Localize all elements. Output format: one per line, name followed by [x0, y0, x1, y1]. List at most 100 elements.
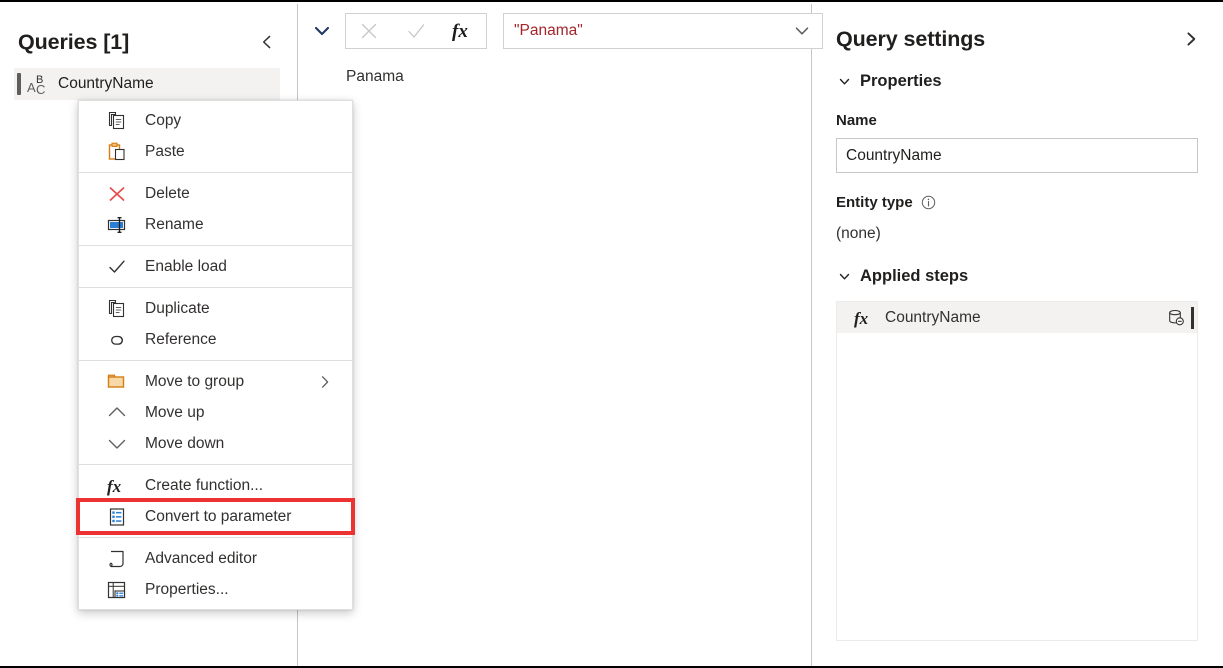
chevron-up-icon [101, 400, 133, 426]
query-context-menu: Copy Paste Delete Rename Enable load Dup… [76, 100, 355, 610]
insert-function-button[interactable]: fx [439, 14, 486, 48]
selection-indicator [17, 73, 21, 95]
menu-separator [79, 287, 352, 288]
queries-pane: Queries [1] A B C CountryName Copy Paste… [0, 4, 355, 666]
applied-steps-list: fx CountryName [836, 301, 1198, 641]
query-settings-title: Query settings [836, 26, 986, 51]
menu-item-move-down[interactable]: Move down [79, 428, 352, 459]
preview-value: Panama [346, 68, 404, 85]
close-x-icon [362, 23, 377, 39]
menu-item-duplicate[interactable]: Duplicate [79, 293, 352, 324]
queries-pane-header: Queries [1] [18, 24, 280, 60]
menu-item-properties[interactable]: Properties... [79, 574, 352, 605]
menu-separator [79, 537, 352, 538]
checkmark-icon [101, 254, 133, 280]
chevron-right-icon [321, 375, 329, 388]
menu-item-move-to-group[interactable]: Move to group [79, 366, 352, 397]
svg-text:fx: fx [107, 477, 122, 496]
applied-step-row[interactable]: fx CountryName [837, 302, 1197, 333]
menu-item-create-function[interactable]: fx Create function... [79, 470, 352, 501]
queries-pane-title: Queries [1] [18, 29, 130, 54]
svg-text:A: A [27, 80, 36, 95]
svg-text:fx: fx [854, 309, 869, 328]
menu-item-paste[interactable]: Paste [79, 136, 352, 167]
cancel-formula-button[interactable] [346, 14, 393, 48]
name-field-label: Name [836, 112, 877, 129]
formula-and-preview-pane: fx "Panama" Panama [299, 4, 823, 666]
menu-item-label: Create function... [145, 476, 264, 494]
menu-item-label: Paste [145, 142, 185, 160]
checkmark-icon [408, 24, 425, 38]
step-selection-caret [1191, 306, 1194, 329]
properties-section-label: Properties [860, 72, 942, 90]
query-settings-pane: Query settings Properties Name Entity ty… [833, 4, 1223, 666]
paste-icon [101, 139, 133, 165]
menu-item-label: Move up [145, 403, 205, 421]
fx-icon: fx [452, 21, 468, 42]
sidebar-item-label: CountryName [58, 75, 154, 92]
formula-value: "Panama" [514, 22, 583, 39]
properties-section-header[interactable]: Properties [836, 72, 942, 91]
menu-separator [79, 172, 352, 173]
query-settings-header: Query settings [836, 26, 1204, 52]
folder-icon [101, 369, 133, 395]
collapse-query-settings-button[interactable] [1178, 26, 1204, 52]
menu-item-label: Reference [145, 330, 217, 348]
chevron-down-icon [836, 75, 852, 88]
menu-item-delete[interactable]: Delete [79, 178, 352, 209]
properties-table-icon [101, 577, 133, 603]
entity-type-label-row: Entity type [836, 194, 936, 211]
chevron-right-icon [1187, 32, 1196, 46]
chevron-down-icon [314, 26, 330, 36]
delete-x-icon [101, 181, 133, 207]
collapse-queries-pane-button[interactable] [254, 29, 280, 55]
menu-item-label: Properties... [145, 580, 229, 598]
chevron-down-icon [836, 270, 852, 283]
menu-item-reference[interactable]: Reference [79, 324, 352, 355]
entity-type-value: (none) [836, 225, 881, 242]
menu-item-advanced-editor[interactable]: Advanced editor [79, 543, 352, 574]
fx-icon: fx [101, 473, 133, 499]
reference-link-icon [101, 327, 133, 353]
menu-item-label: Convert to parameter [145, 507, 292, 525]
menu-item-label: Duplicate [145, 299, 210, 317]
fx-icon: fx [849, 307, 879, 329]
menu-item-enable-load[interactable]: Enable load [79, 251, 352, 282]
sidebar-item-countryname[interactable]: A B C CountryName [14, 68, 280, 100]
svg-text:C: C [36, 82, 45, 96]
formula-input[interactable]: "Panama" [503, 13, 823, 49]
info-circle-icon[interactable] [921, 195, 936, 210]
applied-step-actions [1166, 306, 1197, 329]
copy-icon [101, 108, 133, 134]
power-query-editor-window: Queries [1] A B C CountryName Copy Paste… [0, 0, 1223, 668]
formula-bar-buttons: fx [345, 13, 487, 49]
menu-item-label: Enable load [145, 257, 227, 275]
menu-separator [79, 360, 352, 361]
menu-item-rename[interactable]: Rename [79, 209, 352, 240]
svg-text:fx: fx [452, 21, 468, 42]
database-minus-icon[interactable] [1166, 308, 1186, 328]
applied-steps-section-header[interactable]: Applied steps [836, 267, 968, 286]
chevron-down-icon [795, 27, 809, 35]
menu-item-label: Copy [145, 111, 182, 129]
applied-steps-section-label: Applied steps [860, 267, 969, 285]
menu-item-label: Move down [145, 434, 225, 452]
formula-bar: fx "Panama" [299, 12, 823, 50]
menu-item-convert-to-parameter[interactable]: Convert to parameter [76, 498, 355, 535]
formula-dropdown-button[interactable] [788, 14, 816, 48]
menu-item-copy[interactable]: Copy [79, 105, 352, 136]
menu-item-label: Rename [145, 215, 204, 233]
menu-separator [79, 245, 352, 246]
query-name-input[interactable] [836, 138, 1198, 173]
chevron-down-icon [101, 431, 133, 457]
menu-separator [79, 464, 352, 465]
menu-item-label: Delete [145, 184, 190, 202]
confirm-formula-button[interactable] [393, 14, 440, 48]
menu-item-move-up[interactable]: Move up [79, 397, 352, 428]
chevron-left-icon [262, 35, 271, 49]
submenu-indicator [318, 375, 344, 389]
expand-formula-bar-button[interactable] [299, 13, 345, 49]
abc-text-type-icon: A B C [26, 72, 54, 96]
menu-item-label: Move to group [145, 372, 245, 390]
duplicate-icon [101, 296, 133, 322]
